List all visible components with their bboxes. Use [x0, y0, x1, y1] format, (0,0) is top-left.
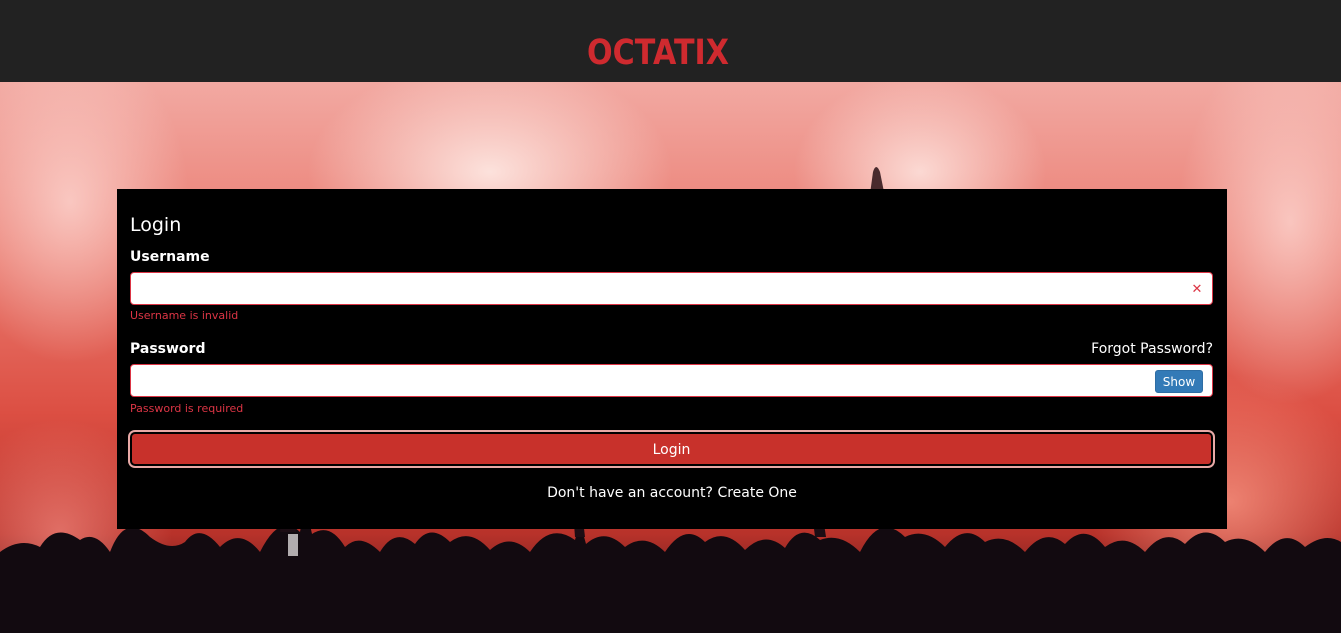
login-title: Login [130, 214, 182, 236]
signup-line: Don't have an account? Create One [117, 485, 1227, 501]
password-error: Password is required [130, 402, 244, 415]
top-header: OCTATIX [0, 0, 1341, 82]
page: OCTATIX Login Username ✕ Username is inv… [0, 0, 1341, 633]
login-button[interactable]: Login [130, 432, 1213, 466]
show-password-button[interactable]: Show [1155, 370, 1203, 393]
forgot-password-link[interactable]: Forgot Password? [1091, 341, 1213, 357]
signup-prompt: Don't have an account? [547, 485, 713, 501]
password-label: Password [130, 341, 206, 357]
username-error: Username is invalid [130, 309, 239, 322]
logo-text: OCTATIX [587, 33, 729, 70]
octatix-logo[interactable]: OCTATIX [587, 26, 737, 70]
username-label: Username [130, 249, 210, 265]
login-panel: Login Username ✕ Username is invalid Pas… [117, 189, 1227, 529]
close-icon[interactable]: ✕ [1190, 283, 1204, 297]
create-account-link[interactable]: Create One [717, 485, 796, 501]
password-input[interactable] [130, 364, 1213, 397]
username-input[interactable] [130, 272, 1213, 305]
